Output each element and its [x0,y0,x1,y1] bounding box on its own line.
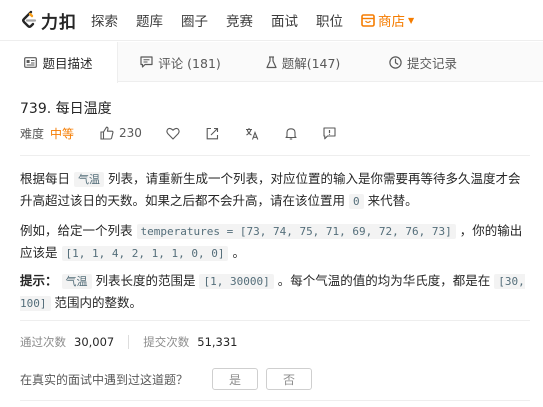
difficulty-badge: 中等 [50,126,75,141]
inline-code: [1, 1, 4, 2, 1, 1, 0, 0] [61,246,229,261]
divider [20,320,530,321]
flask-icon [266,55,277,68]
tab-description-label: 题目描述 [42,56,93,71]
nav-contest[interactable]: 竞赛 [226,10,253,30]
desc-text: 根据每日 [20,171,71,186]
yes-button[interactable]: 是 [212,368,259,390]
chevron-down-icon: ▼ [408,15,415,25]
submissions-label: 提交次数 [143,335,190,349]
nav-problemset[interactable]: 题库 [136,10,163,30]
problem-title: 739. 每日温度 [20,101,112,117]
divider [20,400,530,401]
inline-code: [1, 30000] [199,274,274,289]
desc-text: 例如，给定一个列表 [20,223,133,238]
clock-icon [389,55,402,69]
interview-question: 在真实的面试中遇到过这道题？ [20,372,189,387]
feedback-button[interactable] [323,126,336,140]
submission-stats: 通过次数 30,007 提交次数 51,331 [20,334,238,350]
accepted-count: 30,007 [74,335,115,349]
problem-tabs: 题目描述 评论 (181) 题解(147) 提交记录 [0,42,543,83]
like-count: 230 [119,126,142,140]
tab-comments[interactable]: 评论 (181) [118,42,243,82]
description-paragraph-3: 提示： 气温 列表长度的范围是 [1, 30000] 。每个气温的值的均为华氏度… [20,270,532,314]
tab-solutions-label: 题解(147) [281,55,341,71]
store-label: 商店 [378,14,405,30]
desc-text: 。 [232,245,245,260]
tab-description[interactable]: 题目描述 [0,42,118,83]
stats-separator [128,335,130,349]
translate-icon [245,127,259,140]
heart-icon [166,127,180,140]
description-paragraph-2: 例如，给定一个列表 temperatures = [73, 74, 75, 71… [20,220,532,264]
comment-icon [140,56,153,68]
brand-name: 力扣 [41,12,77,33]
feedback-icon [323,126,336,139]
store-icon [361,13,375,27]
tab-submissions-label: 提交记录 [406,55,457,71]
favorite-button[interactable] [166,127,180,140]
nav-interview[interactable]: 面试 [271,10,298,30]
tab-solutions[interactable]: 题解(147) [243,42,363,82]
tab-comments-label: 评论 (181) [158,55,221,71]
thumbs-up-icon [100,126,114,140]
tab-submissions[interactable]: 提交记录 [363,42,483,82]
logo[interactable]: 力扣 [20,8,77,33]
nav-circle[interactable]: 圈子 [181,10,208,30]
no-button[interactable]: 否 [266,368,313,390]
accepted-label: 通过次数 [20,335,66,349]
problem-meta: 难度 中等 230 [20,124,336,142]
description-icon [24,57,38,68]
like-button[interactable]: 230 [100,126,142,140]
nav-explore[interactable]: 探索 [91,10,118,30]
bell-icon [285,127,297,140]
inline-code: 气温 [74,172,104,187]
desc-text: 列表长度的范围是 [95,273,196,288]
share-icon [206,127,218,139]
inline-code: temperatures = [73, 74, 75, 71, 69, 72, … [136,224,456,239]
nav-store[interactable]: 商店 ▼ [361,10,414,30]
inline-code: 0 [349,194,364,209]
share-button[interactable] [206,127,219,140]
hint-label: 提示： [20,273,58,288]
leetcode-logo-icon [22,10,37,28]
submissions-count: 51,331 [197,335,238,349]
top-navbar: 力扣 探索 题库 圈子 竞赛 面试 职位 商店 ▼ [0,0,543,41]
divider [20,155,530,156]
desc-text: 来代替。 [367,193,418,208]
description-paragraph-1: 根据每日 气温 列表，请重新生成一个列表，对应位置的输入是你需要再等待多久温度才… [20,168,532,212]
desc-text: 范围内的整数。 [54,295,142,310]
nav-jobs[interactable]: 职位 [316,10,343,30]
desc-text: 。每个气温的值的均为华氏度，都是在 [277,273,491,288]
notification-button[interactable] [285,127,297,140]
difficulty-label: 难度 [20,126,45,141]
translate-button[interactable] [245,127,259,140]
inline-code: 气温 [61,274,92,289]
interview-feedback: 在真实的面试中遇到过这道题？ 是 否 [20,368,313,390]
